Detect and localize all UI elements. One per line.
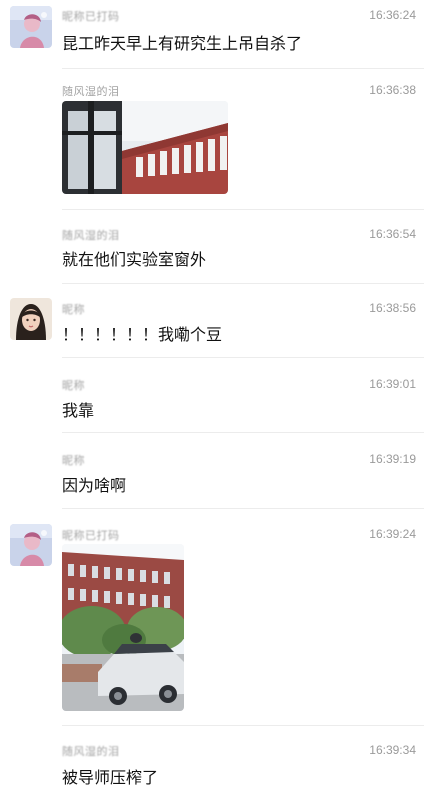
- avatar[interactable]: [10, 6, 52, 48]
- divider: [62, 725, 424, 726]
- divider: [62, 68, 424, 69]
- divider: [62, 508, 424, 509]
- avatar[interactable]: [10, 298, 52, 340]
- timestamp: 16:39:34: [369, 743, 416, 757]
- message-text[interactable]: 昆工昨天早上有研究生上吊自杀了: [62, 30, 302, 54]
- timestamp: 16:36:54: [369, 227, 416, 241]
- divider: [62, 283, 424, 284]
- timestamp: 16:39:19: [369, 452, 416, 466]
- timestamp: 16:39:01: [369, 377, 416, 391]
- avatar[interactable]: [10, 524, 52, 566]
- sender-name: 随风湿的泪: [62, 85, 120, 98]
- message-text[interactable]: ！！！！！！我嘞个豆: [62, 321, 222, 345]
- image-message[interactable]: [62, 544, 184, 711]
- message-text[interactable]: 就在他们实验室窗外: [62, 246, 206, 270]
- timestamp: 16:38:56: [369, 301, 416, 315]
- divider: [62, 432, 424, 433]
- sender-name: 昵称: [62, 454, 85, 467]
- message-text[interactable]: 我靠: [62, 397, 94, 421]
- sender-name: 昵称已打码: [62, 10, 120, 23]
- sender-name: 昵称: [62, 379, 85, 392]
- divider: [62, 209, 424, 210]
- message-text[interactable]: 因为啥啊: [62, 472, 126, 496]
- timestamp: 16:36:38: [369, 83, 416, 97]
- sender-name: 昵称已打码: [62, 529, 120, 542]
- image-message[interactable]: [62, 101, 228, 194]
- timestamp: 16:39:24: [369, 527, 416, 541]
- sender-name: 随风湿的泪: [62, 745, 120, 758]
- sender-name: 昵称: [62, 303, 85, 316]
- divider: [62, 357, 424, 358]
- timestamp: 16:36:24: [369, 8, 416, 22]
- message-text[interactable]: 被导师压榨了: [62, 764, 158, 788]
- sender-name: 随风湿的泪: [62, 229, 120, 242]
